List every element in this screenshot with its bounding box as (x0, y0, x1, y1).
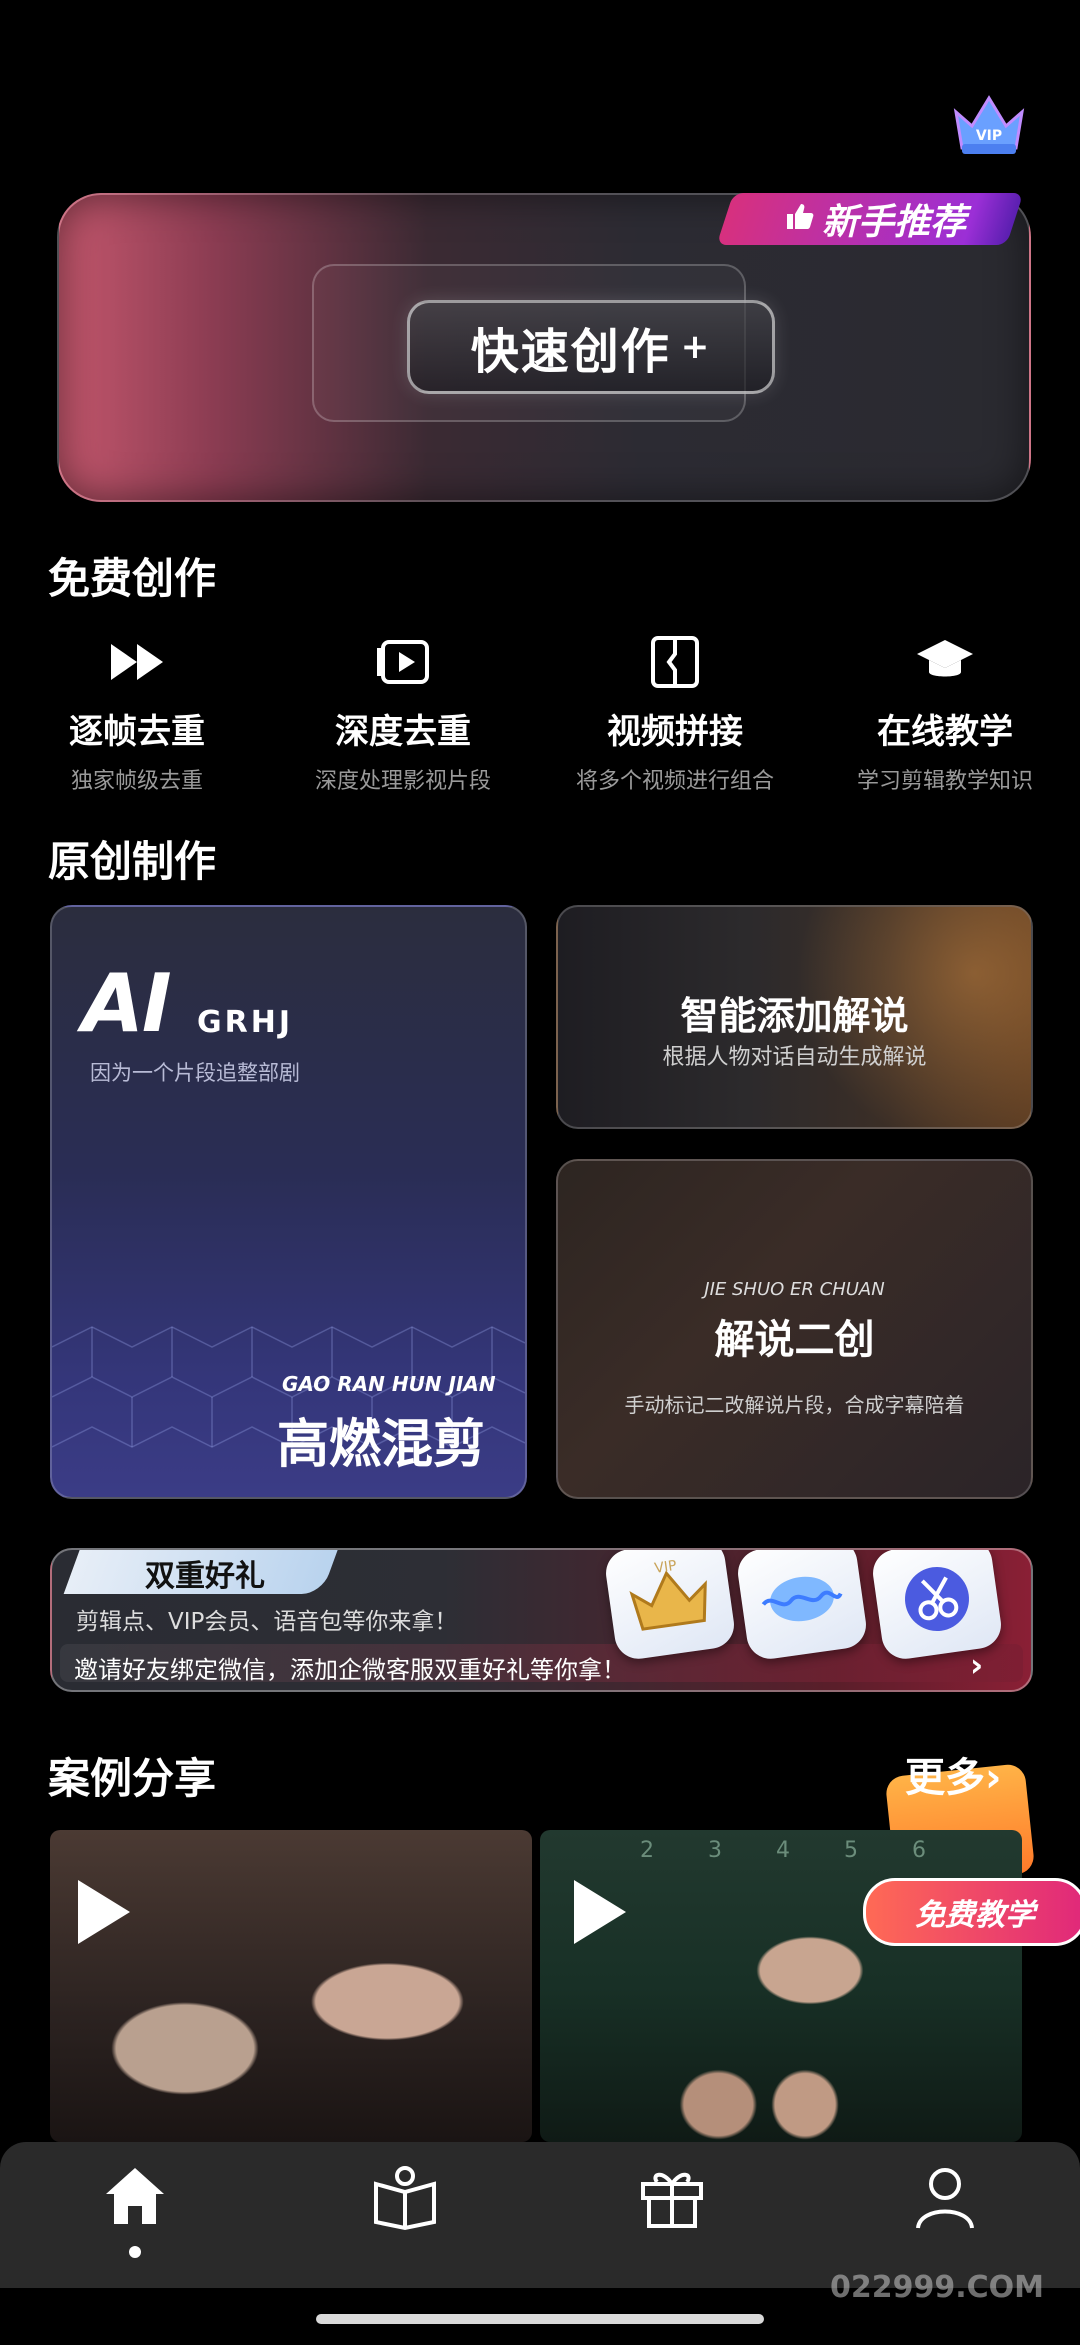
case-background-numbers: 23456 (640, 1838, 980, 1863)
more-cases-link[interactable]: 更多› (905, 1745, 1001, 1803)
original-section-title: 原创制作 (48, 837, 217, 886)
case-video-2[interactable] (540, 1830, 1022, 2142)
chevron-right-icon: › (985, 1755, 1002, 1801)
gift-tab-label: 双重好礼 (145, 1559, 265, 1594)
vip-tile-text: VIP (653, 1558, 677, 1577)
smart-card-title: 智能添加解说 (680, 994, 909, 1038)
home-indicator[interactable] (316, 2314, 764, 2324)
quick-create-button[interactable]: 快速创作 + (407, 300, 775, 394)
free-teaching-button[interactable]: 免费教学 (863, 1878, 1080, 1946)
nav-profile[interactable] (885, 2162, 1005, 2252)
gift-line1: 剪辑点、VIP会员、语音包等你来拿！ (76, 1609, 458, 1635)
gift-icon (641, 2172, 703, 2228)
cases-section-title: 案例分享 (48, 1754, 217, 1803)
ai-logo-suffix: GRHJ (197, 1005, 293, 1040)
svg-text:VIP: VIP (976, 128, 1002, 144)
quick-create-label: 快速创作 (470, 324, 671, 380)
nav-home[interactable] (75, 2162, 195, 2252)
tool-video-splice[interactable]: 视频拼接 将多个视频进行组合 (540, 632, 810, 795)
tool-title: 在线教学 (877, 712, 1013, 752)
tool-subtitle: 学习剪辑教学知识 (856, 769, 1033, 794)
narration-recreate-card[interactable]: JIE SHUO ER CHUAN 解说二创 手动标记二改解说片段，合成字幕陪着 (556, 1159, 1033, 1499)
smart-card-subtitle: 根据人物对话自动生成解说 (662, 1045, 927, 1070)
ai-card-tagline: 因为一个片段追整部剧 (90, 1061, 300, 1085)
ai-mix-cut-card[interactable]: AI GRHJ 因为一个片段追整部剧 GAO RAN HUN JIAN 高燃混剪 (50, 905, 527, 1499)
chevron-right-icon: › (970, 1646, 984, 1684)
plus-icon: + (680, 327, 712, 367)
watermark: 022999.COM (830, 2270, 1045, 2305)
smart-narration-card[interactable]: 智能添加解说 根据人物对话自动生成解说 (556, 905, 1033, 1129)
free-section-title: 免费创作 (48, 554, 217, 603)
vip-crown-tile-icon: VIP (602, 1550, 738, 1662)
gift-line2: 邀请好友绑定微信，添加企微客服双重好礼等你拿！ (74, 1656, 626, 1684)
play-icon (574, 1880, 626, 1944)
tool-frame-dedup[interactable]: 逐帧去重 独家帧级去重 (2, 632, 272, 795)
tool-online-teaching[interactable]: 在线教学 学习剪辑教学知识 (810, 632, 1080, 795)
recreate-card-title: 解说二创 (714, 1317, 875, 1363)
tool-subtitle: 独家帧级去重 (70, 769, 203, 794)
vip-crown-icon[interactable]: VIP (950, 92, 1028, 158)
case-video-1[interactable] (50, 1830, 532, 2142)
user-icon (916, 2168, 974, 2229)
nav-learn[interactable] (345, 2162, 465, 2252)
scissors-tile-icon (869, 1550, 1005, 1662)
tool-title: 深度去重 (335, 712, 471, 752)
ai-logo: AI (82, 957, 172, 1050)
ai-card-pinyin: GAO RAN HUN JIAN (282, 1372, 496, 1396)
play-icon (78, 1880, 130, 1944)
graduation-cap-icon (915, 632, 975, 692)
thumbs-up-icon (784, 199, 814, 240)
voice-pack-tile-icon (734, 1550, 870, 1662)
newbie-badge-label: 新手推荐 (821, 202, 966, 243)
video-play-icon (373, 632, 433, 692)
double-gift-banner[interactable]: 双重好礼 剪辑点、VIP会员、语音包等你来拿！ 邀请好友绑定微信，添加企微客服双… (50, 1548, 1033, 1692)
fast-forward-icon (107, 632, 167, 692)
active-indicator (129, 2246, 141, 2258)
ai-card-title: 高燃混剪 (277, 1415, 486, 1475)
more-label: 更多 (905, 1755, 985, 1801)
tool-subtitle: 将多个视频进行组合 (575, 769, 774, 794)
tool-title: 视频拼接 (607, 712, 743, 752)
home-icon (106, 2168, 164, 2224)
recreate-card-subtitle: 手动标记二改解说片段，合成字幕陪着 (624, 1393, 965, 1417)
newbie-recommend-badge[interactable]: 新手推荐 (735, 193, 1015, 245)
tool-title: 逐帧去重 (69, 712, 205, 752)
book-icon (374, 2166, 436, 2231)
nav-gift[interactable] (612, 2162, 732, 2252)
splice-icon (645, 632, 705, 692)
tool-subtitle: 深度处理影视片段 (314, 769, 491, 794)
recreate-card-pinyin: JIE SHUO ER CHUAN (704, 1279, 885, 1300)
tool-deep-dedup[interactable]: 深度去重 深度处理影视片段 (268, 632, 538, 795)
